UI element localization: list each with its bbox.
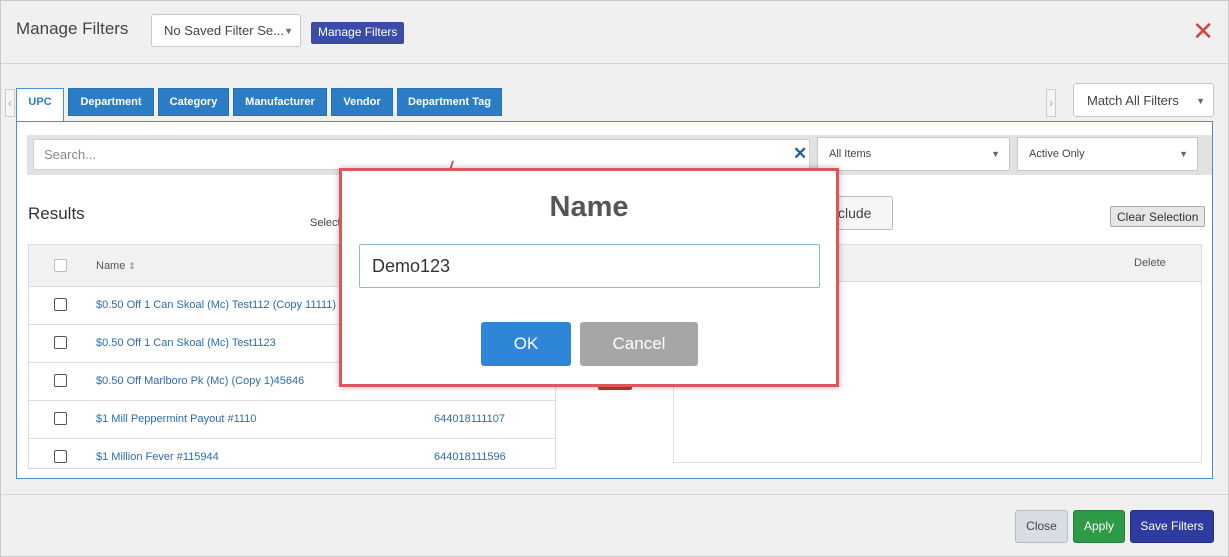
row-checkbox[interactable] bbox=[54, 374, 67, 387]
tab-upc[interactable]: UPC bbox=[16, 88, 64, 122]
row-code: 644018111596 bbox=[434, 451, 506, 463]
header-divider bbox=[1, 63, 1229, 64]
table-row[interactable]: $1 Million Fever #115944 644018111596 bbox=[29, 439, 555, 468]
sort-icon: ⇕ bbox=[128, 261, 136, 271]
name-modal: Name OK Cancel bbox=[339, 168, 839, 387]
status-filter-select[interactable]: Active Only ▼ bbox=[1017, 137, 1198, 171]
saved-filter-value: No Saved Filter Se... bbox=[164, 23, 284, 38]
close-icon[interactable]: ✕ bbox=[1192, 18, 1214, 44]
name-input[interactable] bbox=[359, 244, 820, 288]
status-filter-value: Active Only bbox=[1029, 148, 1085, 160]
close-button[interactable]: Close bbox=[1015, 510, 1068, 543]
row-name[interactable]: $1 Mill Peppermint Payout #1110 bbox=[96, 413, 256, 425]
search-input[interactable]: Search... bbox=[33, 139, 810, 170]
name-column-header[interactable]: Name ⇕ bbox=[96, 260, 136, 272]
modal-title: Name bbox=[549, 191, 629, 223]
delete-column-header: Delete bbox=[1134, 257, 1166, 269]
select-label: Select bbox=[310, 217, 341, 229]
row-checkbox[interactable] bbox=[54, 412, 67, 425]
clear-search-icon[interactable]: ✕ bbox=[793, 144, 807, 164]
tabs-scroll-right-icon[interactable]: › bbox=[1046, 89, 1056, 117]
table-row[interactable]: $1 Mill Peppermint Payout #1110 64401811… bbox=[29, 401, 555, 439]
select-all-checkbox[interactable] bbox=[54, 259, 67, 272]
row-name[interactable]: $0.50 Off 1 Can Skoal (Mc) Test1123 bbox=[96, 337, 276, 349]
row-name[interactable]: $0.50 Off Marlboro Pk (Mc) (Copy 1)45646 bbox=[96, 375, 304, 387]
tab-vendor[interactable]: Vendor bbox=[331, 88, 393, 116]
row-checkbox[interactable] bbox=[54, 450, 67, 463]
cancel-button[interactable]: Cancel bbox=[580, 322, 698, 366]
caret-down-icon: ▼ bbox=[284, 26, 293, 36]
items-filter-value: All Items bbox=[829, 148, 872, 160]
name-column-label: Name bbox=[96, 260, 126, 272]
ok-button[interactable]: OK bbox=[481, 322, 571, 366]
tab-department[interactable]: Department bbox=[68, 88, 154, 116]
tab-department-tag[interactable]: Department Tag bbox=[397, 88, 502, 116]
match-filters-select[interactable]: Match All Filters ▼ bbox=[1073, 83, 1214, 117]
caret-down-icon: ▼ bbox=[1196, 96, 1205, 106]
row-name[interactable]: $1 Million Fever #115944 bbox=[96, 451, 219, 463]
row-checkbox[interactable] bbox=[54, 298, 67, 311]
row-checkbox[interactable] bbox=[54, 336, 67, 349]
match-filters-value: Match All Filters bbox=[1087, 93, 1179, 108]
row-code: 644018111107 bbox=[434, 413, 505, 425]
save-filters-button[interactable]: Save Filters bbox=[1130, 510, 1214, 543]
apply-button[interactable]: Apply bbox=[1073, 510, 1125, 543]
saved-filter-select[interactable]: No Saved Filter Se... ▼ bbox=[151, 14, 301, 47]
caret-down-icon: ▼ bbox=[1179, 149, 1188, 159]
footer-divider bbox=[1, 494, 1229, 495]
tabs-scroll-left-icon[interactable]: ‹ bbox=[5, 89, 15, 117]
clear-selection-button[interactable]: Clear Selection bbox=[1110, 206, 1206, 227]
manage-filters-button[interactable]: Manage Filters bbox=[311, 22, 405, 44]
results-heading: Results bbox=[28, 204, 85, 223]
row-name[interactable]: $0.50 Off 1 Can Skoal (Mc) Test112 (Copy… bbox=[96, 299, 336, 311]
tab-manufacturer[interactable]: Manufacturer bbox=[233, 88, 327, 116]
tab-category[interactable]: Category bbox=[158, 88, 229, 116]
caret-down-icon: ▼ bbox=[991, 149, 1000, 159]
dialog-title: Manage Filters bbox=[16, 19, 129, 38]
items-filter-select[interactable]: All Items ▼ bbox=[817, 137, 1010, 171]
